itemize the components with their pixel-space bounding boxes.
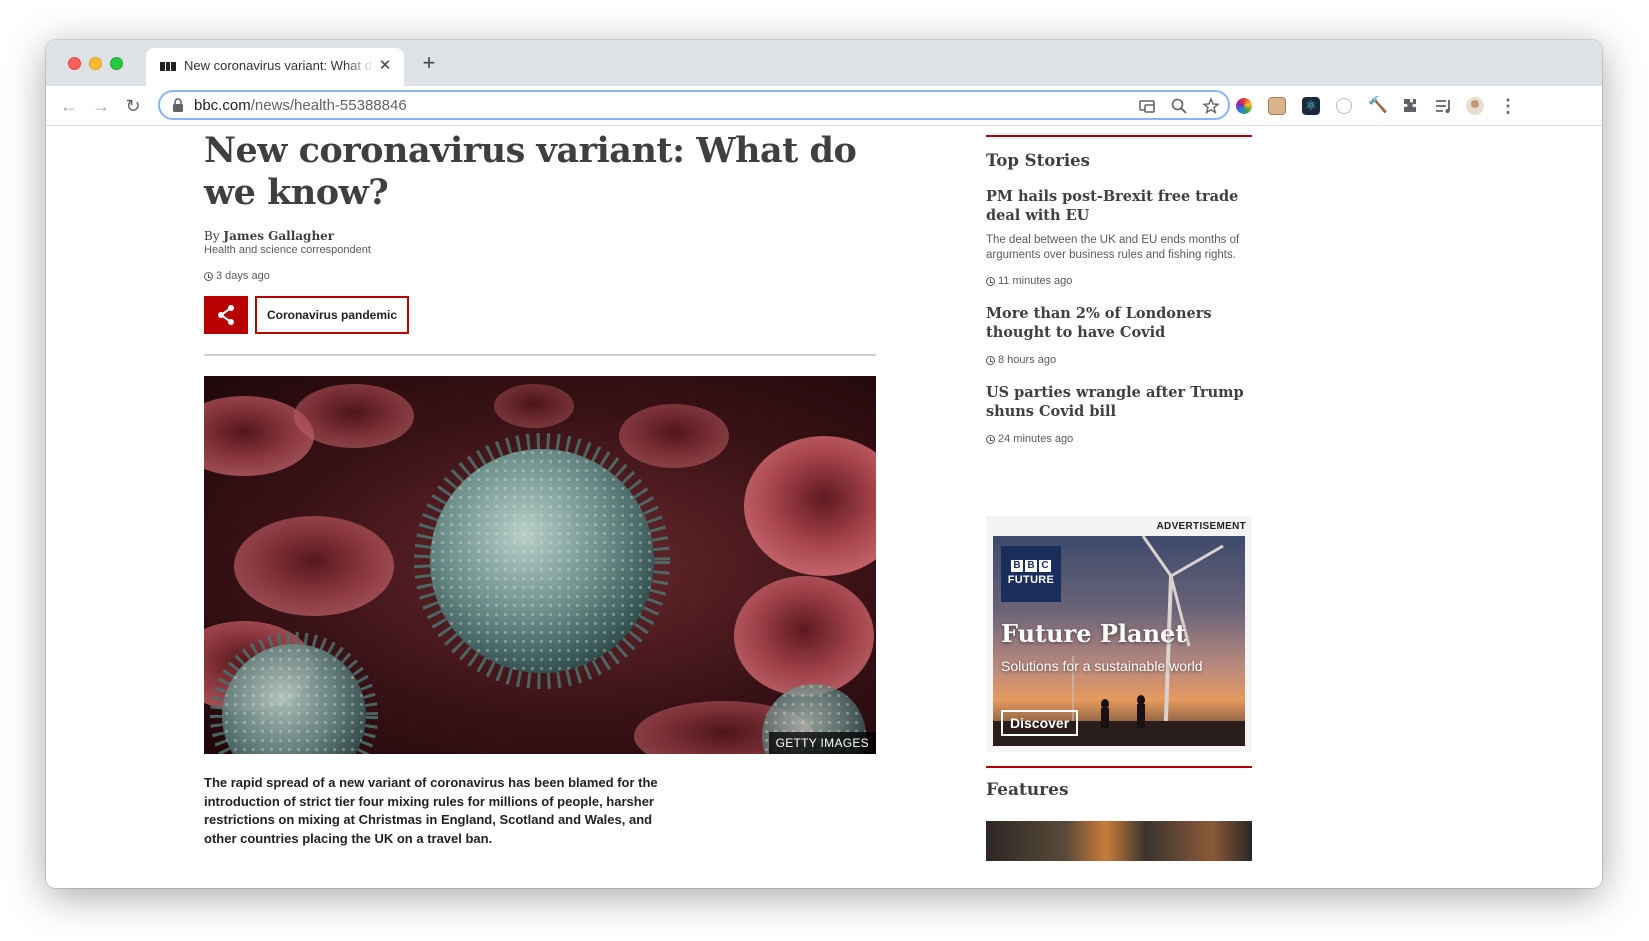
bbc-letter: C bbox=[1039, 560, 1051, 572]
browser-window: New coronavirus variant: What do we know… bbox=[46, 40, 1602, 888]
published-time: 3 days ago bbox=[216, 270, 270, 282]
story-timestamp: 8 hours ago bbox=[986, 354, 1252, 366]
ad-banner[interactable]: B B C FUTURE Future Planet Solutions for… bbox=[993, 536, 1245, 746]
clock-icon bbox=[986, 434, 995, 444]
story-item[interactable]: More than 2% of Londoners thought to hav… bbox=[986, 305, 1252, 366]
sidebar: Top Stories PM hails post-Brexit free tr… bbox=[986, 126, 1252, 861]
maximize-window-button[interactable] bbox=[110, 57, 123, 70]
browser-toolbar: ← → ↻ bbc.com/news/health-55388846 ⚛ 🔨 ⋮ bbox=[46, 86, 1602, 126]
url-domain: bbc.com bbox=[194, 97, 251, 114]
url-path: /news/health-55388846 bbox=[250, 97, 407, 114]
article-intro: The rapid spread of a new variant of cor… bbox=[204, 775, 658, 846]
reload-button[interactable]: ↻ bbox=[122, 95, 144, 117]
clock-icon bbox=[986, 355, 995, 365]
tab-close-icon[interactable]: ✕ bbox=[376, 57, 394, 75]
share-button[interactable] bbox=[204, 296, 248, 334]
story-time: 24 minutes ago bbox=[998, 433, 1074, 445]
clock-icon bbox=[986, 276, 995, 286]
tab-active[interactable]: New coronavirus variant: What do we know… bbox=[146, 48, 404, 86]
story-time: 8 hours ago bbox=[998, 354, 1057, 366]
tab-title: New coronavirus variant: What do we know… bbox=[184, 58, 374, 73]
bbc-favicon-icon bbox=[160, 62, 177, 71]
advertisement: ADVERTISEMENT B B C FUTURE Future Planet… bbox=[986, 516, 1252, 752]
new-tab-button[interactable]: + bbox=[418, 52, 440, 74]
hammer-extension-icon[interactable]: 🔨 bbox=[1368, 96, 1388, 116]
lock-icon[interactable] bbox=[172, 98, 184, 112]
address-bar[interactable]: bbc.com/news/health-55388846 bbox=[158, 90, 1230, 120]
menu-icon[interactable]: ⋮ bbox=[1498, 96, 1518, 116]
coronavirus-illustration bbox=[204, 384, 876, 754]
article-timestamp: 3 days ago bbox=[204, 270, 270, 282]
ad-label: ADVERTISEMENT bbox=[1156, 521, 1246, 532]
share-icon bbox=[218, 305, 234, 325]
minimize-window-button[interactable] bbox=[89, 57, 102, 70]
bbc-letter: B bbox=[1011, 560, 1023, 572]
story-title[interactable]: PM hails post-Brexit free trade deal wit… bbox=[986, 188, 1252, 225]
story-timestamp: 24 minutes ago bbox=[986, 433, 1252, 445]
puzzle-icon[interactable] bbox=[1400, 96, 1420, 116]
byline: By James Gallagher bbox=[204, 229, 334, 243]
ad-subtitle: Solutions for a sustainable world bbox=[1001, 658, 1203, 674]
page-content: New coronavirus variant: What do we know… bbox=[46, 126, 1602, 888]
story-item[interactable]: US parties wrangle after Trump shuns Cov… bbox=[986, 384, 1252, 445]
top-stories-heading: Top Stories bbox=[986, 151, 1090, 170]
story-title[interactable]: US parties wrangle after Trump shuns Cov… bbox=[986, 384, 1252, 421]
box-extension-icon[interactable] bbox=[1268, 97, 1286, 115]
url-text[interactable]: bbc.com/news/health-55388846 bbox=[194, 97, 407, 114]
react-devtools-icon[interactable]: ⚛ bbox=[1302, 97, 1320, 115]
cast-icon[interactable] bbox=[1138, 97, 1156, 115]
profile-avatar-icon[interactable] bbox=[1466, 97, 1484, 115]
image-credit: GETTY IMAGES bbox=[768, 732, 876, 754]
ad-title: Future Planet bbox=[1001, 619, 1187, 648]
features-rule bbox=[986, 766, 1252, 768]
divider bbox=[204, 354, 876, 356]
bbc-letter: B bbox=[1025, 560, 1037, 572]
story-timestamp: 11 minutes ago bbox=[986, 275, 1252, 287]
media-queue-icon[interactable] bbox=[1434, 96, 1454, 116]
topic-link-button[interactable]: Coronavirus pandemic bbox=[255, 296, 409, 334]
bbc-future-logo: B B C FUTURE bbox=[1001, 546, 1061, 602]
zoom-icon[interactable] bbox=[1170, 97, 1188, 115]
star-icon[interactable] bbox=[1202, 97, 1220, 115]
story-title[interactable]: More than 2% of Londoners thought to hav… bbox=[986, 305, 1252, 342]
story-item[interactable]: PM hails post-Brexit free trade deal wit… bbox=[986, 188, 1252, 287]
byline-prefix: By bbox=[204, 229, 224, 243]
feature-image[interactable] bbox=[986, 821, 1252, 861]
hero-image: GETTY IMAGES bbox=[204, 376, 876, 754]
tab-bar: New coronavirus variant: What do we know… bbox=[46, 40, 1602, 86]
close-window-button[interactable] bbox=[68, 57, 81, 70]
discover-button[interactable]: Discover bbox=[1001, 710, 1079, 736]
author-role: Health and science correspondent bbox=[204, 244, 371, 256]
author-name: James Gallagher bbox=[223, 229, 335, 243]
clock-icon bbox=[204, 271, 213, 281]
color-picker-extension-icon[interactable] bbox=[1236, 98, 1252, 114]
features-heading: Features bbox=[986, 780, 1069, 800]
future-word: FUTURE bbox=[1007, 574, 1055, 586]
top-stories-rule bbox=[986, 135, 1252, 137]
timer-extension-icon[interactable] bbox=[1336, 98, 1352, 114]
forward-button[interactable]: → bbox=[90, 95, 112, 117]
article-headline: New coronavirus variant: What do we know… bbox=[204, 130, 857, 213]
story-time: 11 minutes ago bbox=[998, 275, 1073, 287]
story-summary: The deal between the UK and EU ends mont… bbox=[986, 234, 1240, 261]
back-button[interactable]: ← bbox=[58, 95, 80, 117]
